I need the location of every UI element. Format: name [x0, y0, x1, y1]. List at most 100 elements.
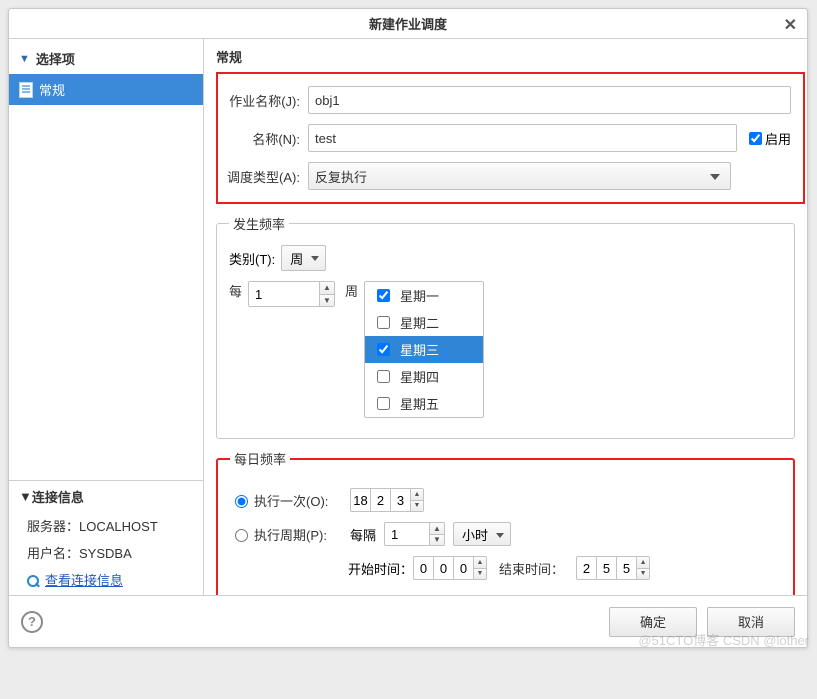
spinner-up-icon[interactable]: ▲: [430, 523, 444, 535]
conn-server-row: 服务器：LOCALHOST: [9, 512, 203, 539]
row-job-name: 作业名称(J):: [222, 86, 791, 114]
close-icon[interactable]: ✕: [784, 15, 797, 35]
weekday-label: 星期五: [400, 394, 439, 413]
once-sec-input[interactable]: [390, 488, 410, 512]
fieldset-frequency: 发生频率 类别(T): 周 每 ▲: [216, 214, 795, 439]
time-spinner-buttons: ▲ ▼: [410, 488, 424, 512]
weekday-item[interactable]: 星期四: [365, 363, 483, 390]
end-time-group[interactable]: ▲ ▼: [576, 556, 650, 580]
conn-user-label: 用户名：: [27, 546, 79, 561]
label-category: 类别(T):: [229, 249, 275, 268]
sidebar-header-connection[interactable]: ▼ 连接信息: [9, 480, 203, 512]
interval-spinner[interactable]: ▲ ▼: [384, 522, 445, 546]
end-sec-input[interactable]: [616, 556, 636, 580]
spinner-down-icon[interactable]: ▼: [320, 295, 334, 307]
search-icon: [27, 575, 41, 589]
weekday-label: 星期一: [400, 286, 439, 305]
spinner-up-icon[interactable]: ▲: [411, 489, 423, 501]
chevron-down-icon: [710, 174, 720, 180]
enable-checkbox-wrapper[interactable]: 启用: [745, 129, 791, 148]
enable-checkbox[interactable]: [749, 132, 762, 145]
end-min-input[interactable]: [596, 556, 616, 580]
legend-frequency: 发生频率: [229, 214, 289, 233]
cancel-button[interactable]: 取消: [707, 607, 795, 637]
sidebar-header-label: 选择项: [36, 49, 75, 68]
sidebar: ▼ 选择项 常规 ▼ 连接信息 服务器：LOCALHOST 用户名：SYSDBA…: [9, 39, 204, 595]
once-min-input[interactable]: [370, 488, 390, 512]
new-job-schedule-dialog: 新建作业调度 ✕ ▼ 选择项 常规 ▼ 连接信息 服务器：LOCALHOST 用…: [8, 8, 808, 648]
chevron-down-icon: [496, 533, 504, 538]
ok-button[interactable]: 确定: [609, 607, 697, 637]
weekday-item[interactable]: 星期一: [365, 282, 483, 309]
legend-daily: 每日频率: [230, 449, 290, 468]
weekday-item[interactable]: 星期三: [365, 336, 483, 363]
label-every: 每: [229, 281, 242, 300]
row-category: 类别(T): 周: [229, 245, 782, 271]
start-min-input[interactable]: [433, 556, 453, 580]
conn-user-value: SYSDBA: [79, 546, 132, 561]
every-spinner[interactable]: ▲ ▼: [248, 281, 335, 307]
sidebar-spacer: [9, 105, 203, 480]
label-job-name: 作业名称(J):: [222, 91, 308, 110]
exec-period-radio[interactable]: [235, 529, 248, 542]
row-exec-once: 执行一次(O): ▲ ▼: [230, 488, 781, 512]
weekday-checkbox[interactable]: [377, 289, 390, 302]
weekday-checkbox[interactable]: [377, 370, 390, 383]
label-name: 名称(N):: [222, 129, 308, 148]
spinner-down-icon[interactable]: ▼: [474, 569, 486, 580]
chevron-down-icon: [311, 256, 319, 261]
spinner-down-icon[interactable]: ▼: [430, 535, 444, 546]
sched-type-select[interactable]: 反复执行: [308, 162, 731, 190]
spinner-up-icon[interactable]: ▲: [320, 282, 334, 295]
spinner-up-icon[interactable]: ▲: [637, 557, 649, 569]
row-exec-period: 执行周期(P): 每隔 ▲ ▼ 小时: [230, 522, 781, 546]
weekday-checkbox[interactable]: [377, 316, 390, 329]
spinner-down-icon[interactable]: ▼: [411, 501, 423, 512]
interval-unit-select[interactable]: 小时: [453, 522, 511, 546]
spinner-up-icon[interactable]: ▲: [474, 557, 486, 569]
sched-type-value: 反复执行: [315, 167, 367, 186]
dialog-footer: ? 确定 取消: [9, 595, 807, 647]
enable-label: 启用: [765, 129, 791, 148]
job-name-input[interactable]: [308, 86, 791, 114]
conn-server-label: 服务器：: [27, 519, 79, 534]
once-time-group[interactable]: ▲ ▼: [350, 488, 424, 512]
conn-link-row: 查看连接信息: [9, 566, 203, 595]
name-input[interactable]: [308, 124, 737, 152]
sidebar-item-general[interactable]: 常规: [9, 74, 203, 105]
weekday-item[interactable]: 星期二: [365, 309, 483, 336]
highlight-box-general: 作业名称(J): 名称(N): 启用 调度类型(A):: [216, 72, 805, 204]
exec-once-radio[interactable]: [235, 495, 248, 508]
start-time-group[interactable]: ▲ ▼: [413, 556, 487, 580]
start-hour-input[interactable]: [413, 556, 433, 580]
sidebar-header-options[interactable]: ▼ 选择项: [9, 45, 203, 74]
weekday-item[interactable]: 星期五: [365, 390, 483, 417]
dialog-body: ▼ 选择项 常规 ▼ 连接信息 服务器：LOCALHOST 用户名：SYSDBA…: [9, 39, 807, 595]
weekday-list[interactable]: 星期一星期二星期三星期四星期五: [364, 281, 484, 418]
weekday-label: 星期三: [400, 340, 439, 359]
view-connection-link[interactable]: 查看连接信息: [45, 573, 123, 588]
help-icon[interactable]: ?: [21, 611, 43, 633]
start-sec-input[interactable]: [453, 556, 473, 580]
end-hour-input[interactable]: [576, 556, 596, 580]
spinner-buttons: ▲ ▼: [319, 282, 334, 306]
fieldset-daily-frequency: 每日频率 执行一次(O): ▲ ▼: [216, 449, 795, 595]
weekday-checkbox[interactable]: [377, 397, 390, 410]
once-hour-input[interactable]: [350, 488, 370, 512]
chevron-down-icon: ▼: [19, 489, 32, 504]
category-select[interactable]: 周: [281, 245, 326, 271]
every-input[interactable]: [249, 282, 319, 306]
interval-input[interactable]: [385, 523, 429, 545]
dialog-titlebar: 新建作业调度 ✕: [9, 9, 807, 39]
conn-server-value: LOCALHOST: [79, 519, 158, 534]
weekday-label: 星期四: [400, 367, 439, 386]
section-title: 常规: [204, 39, 807, 72]
sidebar-conn-label: 连接信息: [32, 487, 84, 506]
category-value: 周: [290, 249, 303, 268]
interval-unit-value: 小时: [462, 525, 488, 544]
spinner-down-icon[interactable]: ▼: [637, 569, 649, 580]
weekday-checkbox[interactable]: [377, 343, 390, 356]
row-every-weekday: 每 ▲ ▼ 周 星期一星期二星期三星期四星期五: [229, 281, 782, 418]
time-spinner-buttons: ▲ ▼: [473, 556, 487, 580]
label-sched-type: 调度类型(A):: [222, 167, 308, 186]
